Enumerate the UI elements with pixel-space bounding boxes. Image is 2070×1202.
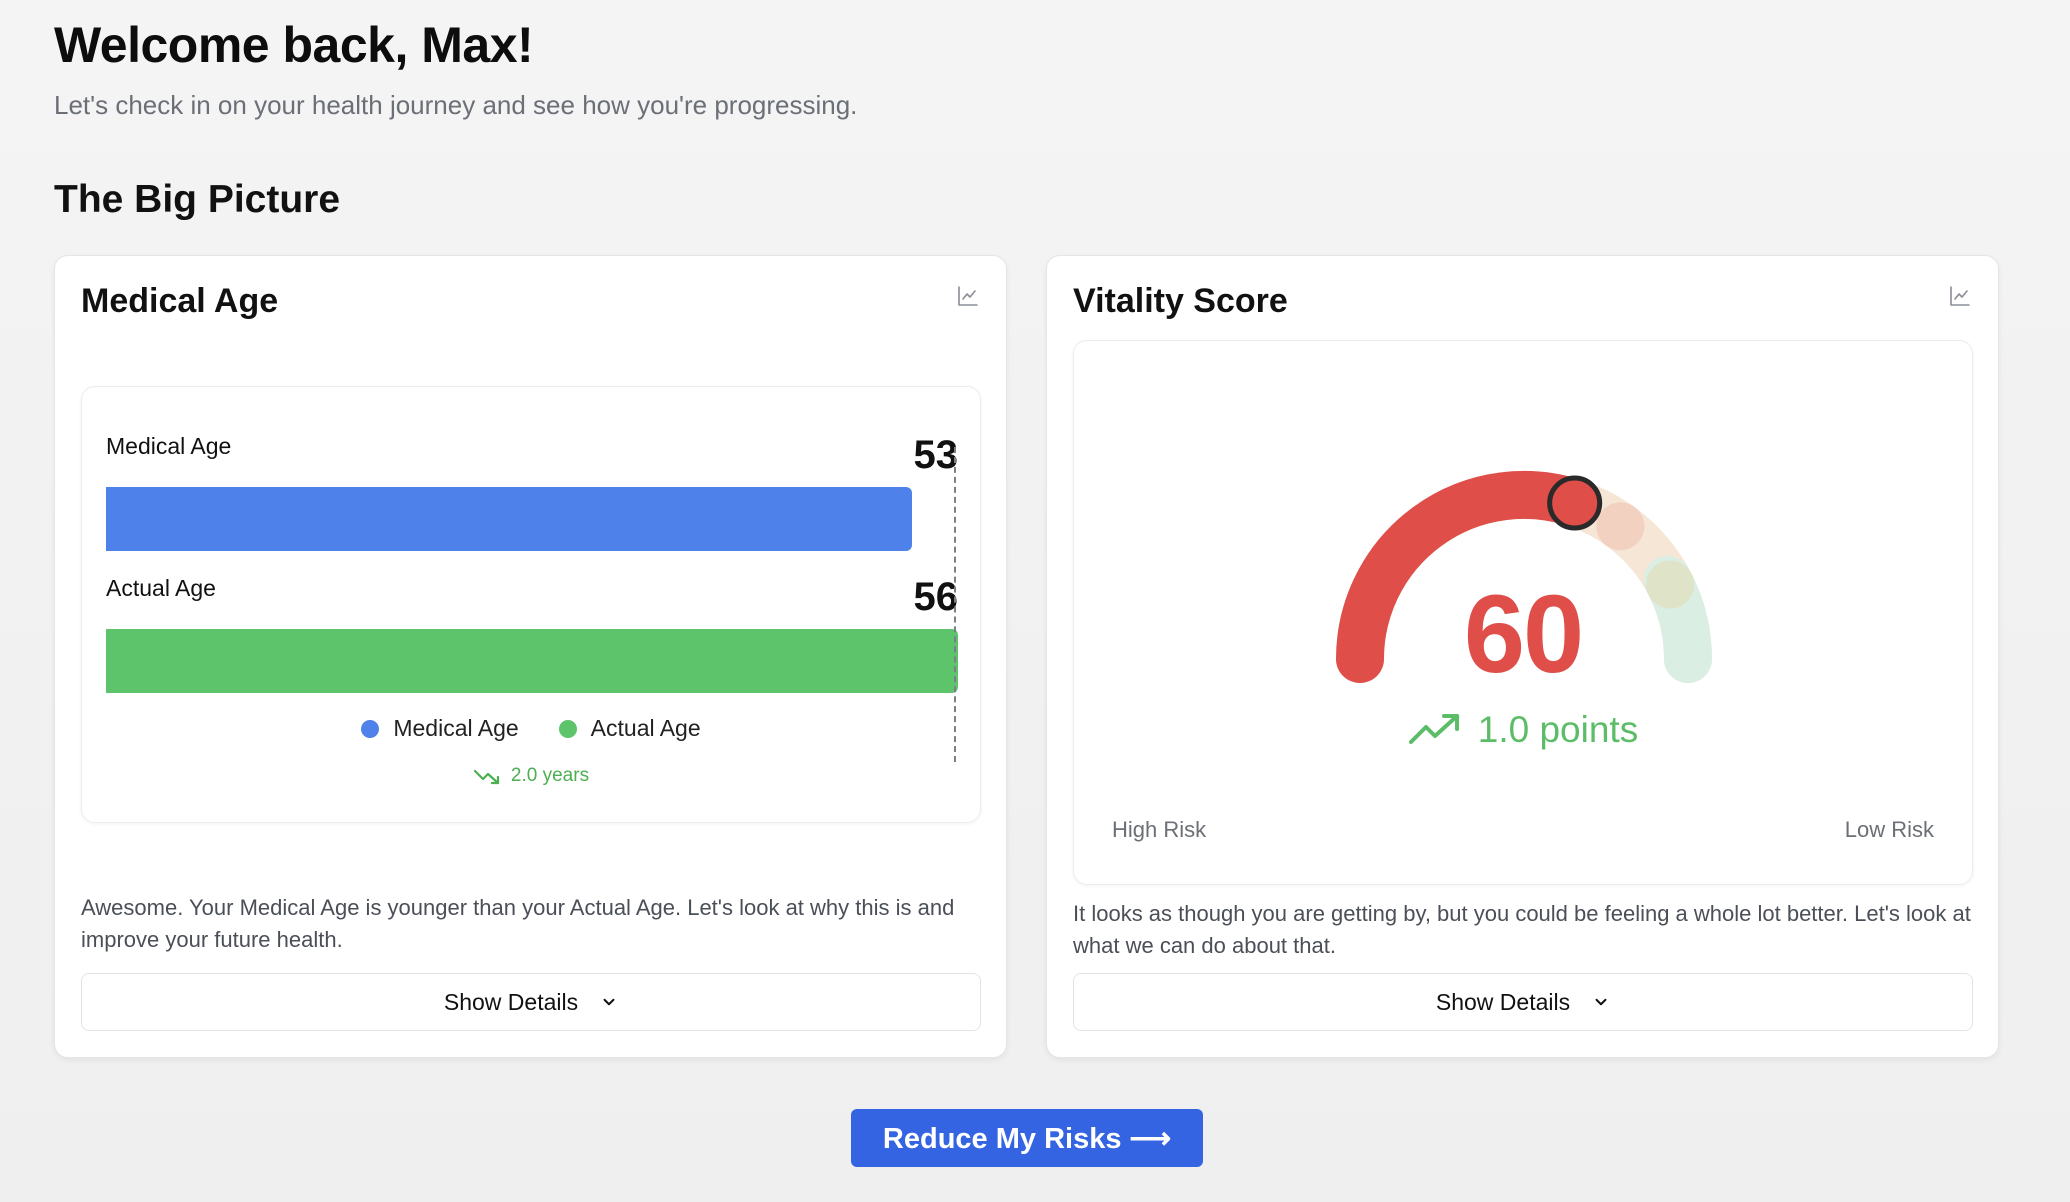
dashboard-page: Welcome back, Max! Let's check in on you… (0, 0, 2070, 1202)
chart-legend: Medical Age Actual Age (82, 715, 980, 742)
vitality-score-value: 60 (1463, 573, 1584, 696)
show-details-label: Show Details (1435, 988, 1571, 1015)
gauge-step-marker (1596, 502, 1645, 551)
welcome-subtitle: Let's check in on your health journey an… (54, 90, 858, 120)
high-risk-label: High Risk (1112, 817, 1207, 842)
trend-down-icon (473, 769, 500, 785)
medical-age-show-details-button[interactable]: Show Details (81, 973, 981, 1031)
legend-item-actual-age: Actual Age (558, 715, 701, 742)
vitality-description: It looks as though you are getting by, b… (1073, 901, 1971, 958)
gauge-knob (1547, 475, 1603, 531)
legend-label-medical: Medical Age (393, 715, 519, 741)
legend-label-actual: Actual Age (590, 715, 701, 741)
medical-age-description: Awesome. Your Medical Age is younger tha… (81, 895, 955, 952)
show-details-label: Show Details (443, 988, 579, 1015)
vitality-card-title: Vitality Score (1073, 282, 1288, 320)
age-difference-trend: 2.0 years (82, 765, 980, 787)
actual-age-bar (106, 629, 958, 693)
legend-item-medical-age: Medical Age (361, 715, 519, 742)
line-chart-icon[interactable] (1948, 284, 1972, 308)
actual-age-value: 56 (913, 575, 959, 619)
low-risk-label: Low Risk (1844, 817, 1934, 842)
line-chart-icon[interactable] (956, 284, 980, 308)
welcome-title: Welcome back, Max! (54, 17, 534, 73)
trend-up-icon (1408, 714, 1459, 744)
medical-age-card-title: Medical Age (81, 282, 279, 320)
actual-age-bar-label: Actual Age (106, 575, 216, 601)
legend-dot-actual (558, 719, 577, 738)
vitality-show-details-button[interactable]: Show Details (1073, 973, 1973, 1031)
vitality-gauge-panel: 60 1.0 points High Risk Low Risk (1073, 340, 1973, 885)
reduce-my-risks-button[interactable]: Reduce My Risks ⟶ (851, 1109, 1203, 1167)
vitality-score-change: 1.0 points (1074, 709, 1972, 751)
medical-age-bar (106, 487, 912, 551)
medical-age-value: 53 (913, 433, 959, 477)
legend-dot-medical (361, 719, 380, 738)
medical-age-bar-label: Medical Age (106, 433, 232, 459)
medical-age-chart: Medical Age 53 Actual Age 56 Medical Age… (81, 386, 981, 823)
age-difference-text: 2.0 years (510, 765, 590, 786)
chevron-down-icon (603, 998, 615, 1006)
medical-age-card: Medical Age Medical Age 53 Actual Age 56… (54, 255, 1007, 1058)
section-title: The Big Picture (54, 178, 341, 221)
chevron-down-icon (1595, 998, 1607, 1006)
vitality-change-text: 1.0 points (1477, 709, 1639, 750)
vitality-score-card: Vitality Score 60 1.0 points High Risk L… (1046, 255, 1999, 1058)
